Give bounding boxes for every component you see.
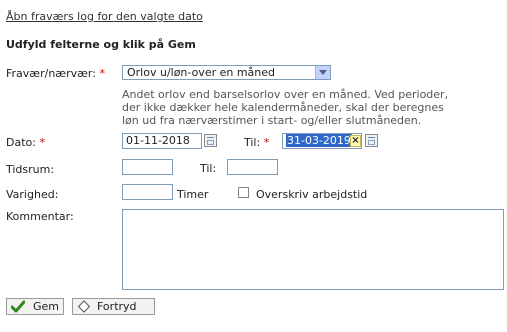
cancel-button-label: Fortryd — [97, 300, 137, 313]
date-label-text: Dato: — [6, 136, 36, 149]
diamond-icon — [77, 300, 91, 313]
time-to-label: Til: — [200, 162, 217, 175]
checkmark-icon — [11, 300, 25, 313]
absence-type-value: Orlov u/løn-over en måned — [127, 66, 276, 79]
description-line: løn ud fra nærværstimer i start- og/elle… — [122, 114, 422, 127]
calendar-icon[interactable] — [204, 134, 217, 147]
required-mark: * — [99, 67, 105, 80]
instruction-heading: Udfyld felterne og klik på Gem — [6, 38, 196, 51]
time-label: Tidsrum: — [6, 163, 55, 176]
save-button-label: Gem — [33, 300, 60, 313]
description-line: der ikke dækker hele kalendermåneder, sk… — [122, 101, 444, 114]
override-worktime-checkbox[interactable] — [238, 187, 249, 198]
time-to-input[interactable] — [227, 159, 278, 175]
absence-label-text: Fravær/nærvær: — [6, 67, 96, 80]
absence-description: Andet orlov end barselsorlov over en mån… — [122, 88, 452, 127]
cancel-button[interactable]: Fortryd — [72, 298, 155, 315]
override-worktime-label: Overskriv arbejdstid — [256, 188, 368, 201]
date-to-label-text: Til: — [244, 136, 261, 149]
date-from-input[interactable]: 01-11-2018 — [122, 133, 202, 149]
required-mark: * — [39, 136, 45, 149]
comment-textarea[interactable] — [122, 209, 504, 290]
duration-unit-label: Timer — [177, 188, 209, 201]
absence-log-link[interactable]: Åbn fraværs log for den valgte dato — [6, 10, 203, 23]
save-button[interactable]: Gem — [6, 298, 64, 315]
calendar-icon[interactable] — [365, 134, 378, 147]
description-line: Andet orlov end barselsorlov over en mån… — [122, 88, 449, 101]
chevron-down-icon[interactable] — [315, 66, 330, 79]
time-from-input[interactable] — [122, 159, 173, 175]
date-to-label: Til: * — [244, 136, 269, 149]
absence-type-select[interactable]: Orlov u/løn-over en måned — [122, 65, 331, 80]
duration-label: Varighed: — [6, 188, 59, 201]
date-label: Dato: * — [6, 136, 45, 149]
required-mark: * — [263, 136, 270, 149]
duration-input[interactable] — [122, 184, 173, 200]
absence-label: Fravær/nærvær: * — [6, 67, 105, 80]
close-icon[interactable]: × — [350, 135, 361, 147]
comment-label: Kommentar: — [6, 210, 74, 223]
date-to-selected-text: 31-03-2019 — [286, 134, 352, 147]
